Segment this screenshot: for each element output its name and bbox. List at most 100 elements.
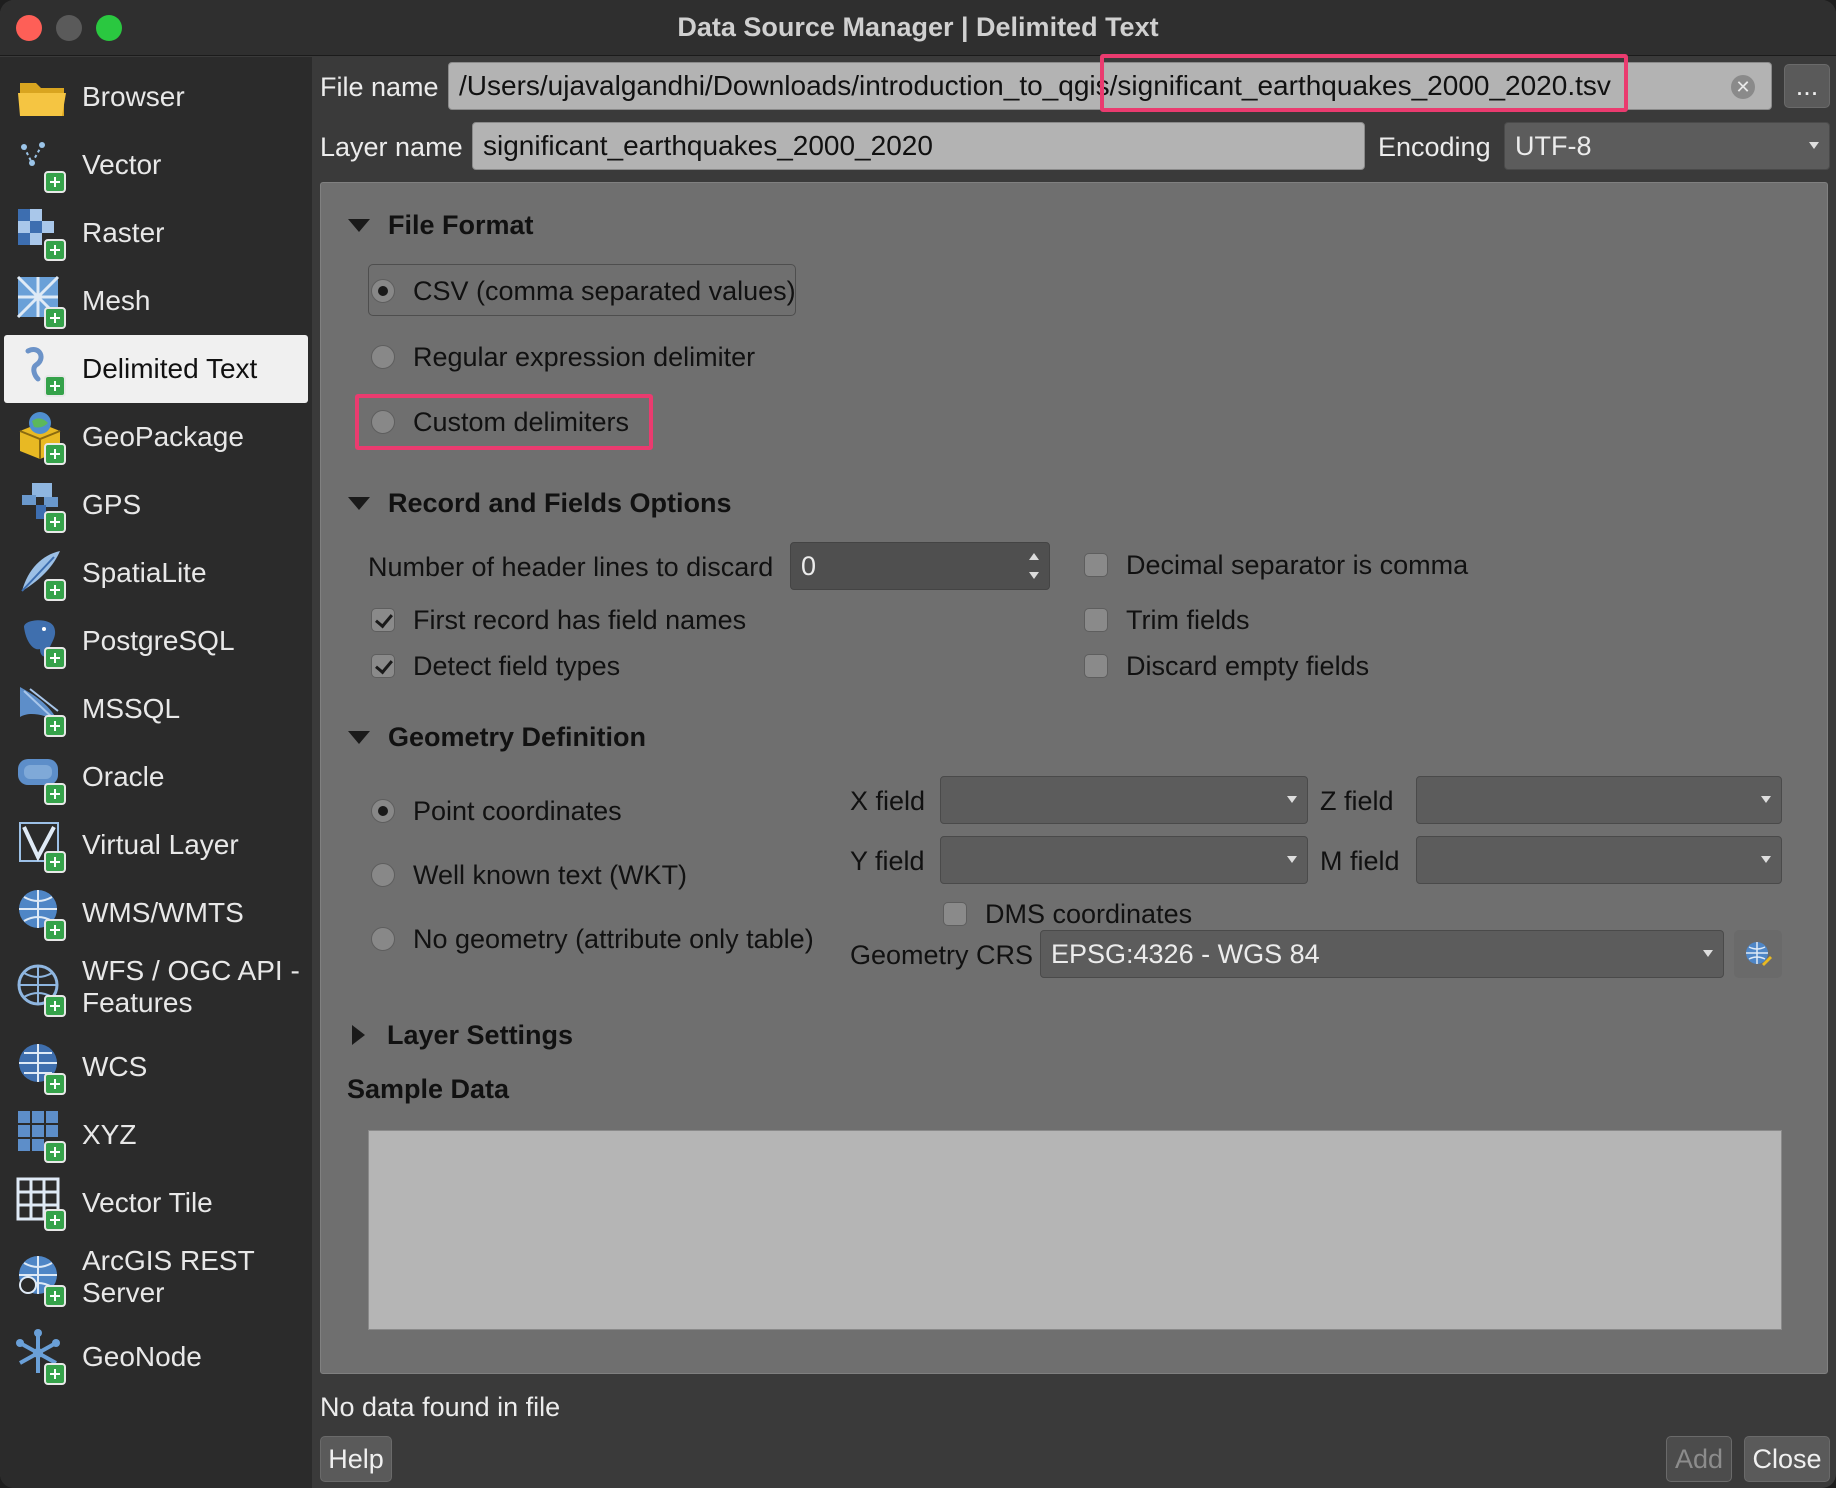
z-field-label: Z field <box>1320 786 1394 816</box>
sidebar-item-label: WFS / OGC API - Features <box>82 955 300 1018</box>
sidebar-item-virtual-layer[interactable]: Virtual Layer <box>4 811 308 879</box>
chevron-down-icon <box>1809 142 1819 149</box>
sidebar-item-wms-wmts[interactable]: WMS/WMTS <box>4 879 308 947</box>
collapse-icon <box>348 730 370 744</box>
add-icon <box>44 307 66 329</box>
discard-empty-fields-checkbox[interactable]: Discard empty fields <box>1084 649 1369 683</box>
sidebar-item-wfs[interactable]: WFS / OGC API - Features <box>4 947 308 1033</box>
m-field-label: M field <box>1320 846 1400 876</box>
sidebar-item-postgresql[interactable]: PostgreSQL <box>4 607 308 675</box>
checkbox-icon <box>1084 608 1108 632</box>
sidebar-item-label: WMS/WMTS <box>82 897 244 928</box>
x-field-select[interactable] <box>940 776 1308 824</box>
sidebar-item-raster[interactable]: Raster <box>4 199 308 267</box>
file-format-header[interactable]: File Format <box>348 208 534 242</box>
sidebar-item-browser[interactable]: Browser <box>4 63 308 131</box>
sidebar-item-label: Raster <box>82 217 165 248</box>
custom-delimiters-highlight <box>355 394 653 450</box>
radio-icon <box>371 927 395 951</box>
m-field-select[interactable] <box>1416 836 1782 884</box>
record-fields-header[interactable]: Record and Fields Options <box>348 486 732 520</box>
geometry-crs-label: Geometry CRS <box>850 940 1034 970</box>
sidebar-item-mesh[interactable]: Mesh <box>4 267 308 335</box>
add-icon <box>44 995 66 1017</box>
point-coordinates-radio[interactable]: Point coordinates <box>371 794 622 828</box>
sidebar-item-label: ArcGIS REST Server <box>82 1245 255 1308</box>
add-icon <box>44 1285 66 1307</box>
sample-data-table[interactable] <box>368 1130 1782 1330</box>
layer-name-input[interactable]: significant_earthquakes_2000_2020 <box>472 122 1365 170</box>
chevron-down-icon <box>1287 796 1297 803</box>
add-icon <box>44 239 66 261</box>
add-icon <box>44 715 66 737</box>
sidebar-item-spatialite[interactable]: SpatiaLite <box>4 539 308 607</box>
browse-button[interactable]: ... <box>1784 64 1830 108</box>
sidebar: Browser Vector Raster Mesh Delimited Tex… <box>0 57 312 1488</box>
sidebar-item-wcs[interactable]: WCS <box>4 1033 308 1101</box>
sidebar-item-geonode[interactable]: GeoNode <box>4 1323 308 1391</box>
trim-fields-checkbox[interactable]: Trim fields <box>1084 603 1250 637</box>
layer-settings-header[interactable]: Layer Settings <box>352 1018 573 1052</box>
y-field-select[interactable] <box>940 836 1308 884</box>
close-button[interactable]: Close <box>1744 1436 1830 1482</box>
sidebar-item-label: PostgreSQL <box>82 625 235 656</box>
no-geometry-radio[interactable]: No geometry (attribute only table) <box>371 922 814 956</box>
add-icon <box>44 171 66 193</box>
dms-coordinates-checkbox[interactable]: DMS coordinates <box>943 897 1192 931</box>
add-icon <box>44 1141 66 1163</box>
y-field-label: Y field <box>850 846 925 876</box>
add-icon <box>44 783 66 805</box>
crs-globe-icon <box>1746 942 1772 966</box>
sidebar-item-label: Vector Tile <box>82 1187 213 1218</box>
expand-icon <box>352 1025 365 1045</box>
first-record-names-checkbox[interactable]: First record has field names <box>371 603 746 637</box>
geometry-definition-header[interactable]: Geometry Definition <box>348 720 646 754</box>
sidebar-item-arcgis-rest[interactable]: ArcGIS REST Server <box>4 1237 308 1323</box>
z-field-select[interactable] <box>1416 776 1782 824</box>
csv-radio[interactable]: CSV (comma separated values) <box>371 274 796 308</box>
checkbox-icon <box>943 902 967 926</box>
add-icon <box>44 375 66 397</box>
crs-selector-button[interactable] <box>1734 930 1782 978</box>
sidebar-item-label: Browser <box>82 81 185 112</box>
file-name-label: File name <box>320 72 439 102</box>
add-button[interactable]: Add <box>1666 1436 1732 1482</box>
sidebar-item-label: WCS <box>82 1051 148 1082</box>
sidebar-item-vector[interactable]: Vector <box>4 131 308 199</box>
checkbox-icon <box>1084 654 1108 678</box>
add-icon <box>44 919 66 941</box>
sidebar-item-label: GPS <box>82 489 142 520</box>
add-icon <box>44 851 66 873</box>
collapse-icon <box>348 218 370 232</box>
sidebar-item-delimited-text[interactable]: Delimited Text <box>4 335 308 403</box>
checkbox-icon <box>1084 553 1108 577</box>
sidebar-item-gps[interactable]: GPS <box>4 471 308 539</box>
checkbox-icon <box>371 608 395 632</box>
sidebar-item-oracle[interactable]: Oracle <box>4 743 308 811</box>
sidebar-item-mssql[interactable]: MSSQL <box>4 675 308 743</box>
sidebar-item-label: XYZ <box>82 1119 137 1150</box>
sidebar-item-label: Oracle <box>82 761 165 792</box>
help-button[interactable]: Help <box>320 1436 392 1482</box>
decimal-comma-checkbox[interactable]: Decimal separator is comma <box>1084 548 1468 582</box>
detect-field-types-checkbox[interactable]: Detect field types <box>371 649 620 683</box>
sidebar-item-xyz[interactable]: XYZ <box>4 1101 308 1169</box>
chevron-down-icon[interactable] <box>1029 572 1039 579</box>
encoding-select[interactable]: UTF-8 <box>1504 122 1830 170</box>
clear-icon[interactable]: ✕ <box>1731 75 1755 99</box>
geometry-crs-select[interactable]: EPSG:4326 - WGS 84 <box>1040 930 1724 978</box>
sidebar-item-label: Mesh <box>82 285 151 316</box>
chevron-down-icon <box>1761 796 1771 803</box>
sidebar-item-vector-tile[interactable]: Vector Tile <box>4 1169 308 1237</box>
chevron-up-icon[interactable] <box>1029 553 1039 560</box>
sidebar-item-geopackage[interactable]: GeoPackage <box>4 403 308 471</box>
sidebar-item-label: Delimited Text <box>82 353 258 384</box>
window-title: Data Source Manager | Delimited Text <box>677 12 1159 42</box>
radio-icon <box>371 863 395 887</box>
wkt-radio[interactable]: Well known text (WKT) <box>371 858 687 892</box>
chevron-down-icon <box>1761 856 1771 863</box>
layer-name-label: Layer name <box>320 132 463 162</box>
add-icon <box>44 443 66 465</box>
regex-delimiter-radio[interactable]: Regular expression delimiter <box>371 340 755 374</box>
header-lines-spinbox[interactable]: 0 <box>790 542 1050 590</box>
